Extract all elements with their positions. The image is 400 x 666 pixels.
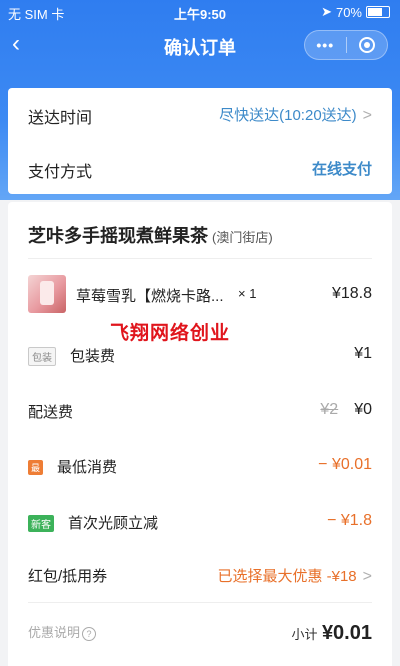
- payment-method-row[interactable]: 支付方式 在线支付: [28, 158, 372, 181]
- status-bar: 无 SIM 卡 上午9:50 ➤ 70%: [0, 0, 400, 24]
- question-icon: ?: [82, 626, 97, 641]
- packaging-value: ¥1: [354, 345, 372, 362]
- more-icon[interactable]: •••: [305, 37, 346, 53]
- chevron-right-icon: >: [362, 568, 372, 585]
- delivery-payment-card: 送达时间 尽快送达(10:20送达) > 支付方式 在线支付: [8, 88, 392, 194]
- status-right: ➤ 70%: [321, 4, 390, 20]
- new-customer-badge: 新客: [28, 515, 54, 533]
- battery-percent: 70%: [335, 4, 362, 20]
- subtotal-label: 小计: [291, 627, 318, 642]
- nav-bar: ‹ 确认订单 •••: [0, 24, 400, 68]
- target-icon: [358, 37, 375, 53]
- packaging-label: 包装费: [70, 348, 116, 365]
- battery-icon: [366, 6, 390, 18]
- item-name: 草莓雪乳【燃烧卡路...: [76, 288, 224, 305]
- first-order-label: 首次光顾立减: [68, 515, 159, 532]
- divider: [28, 258, 372, 259]
- packaging-label-wrap: 包装 包装费: [28, 345, 116, 367]
- payment-method-label: 支付方式: [28, 164, 93, 181]
- product-thumbnail: [28, 275, 66, 313]
- delivery-time-label: 送达时间: [28, 110, 93, 127]
- divider: [28, 602, 372, 603]
- coupon-value: 已选择最大优惠 -¥18: [217, 568, 357, 585]
- item-qty: × 1: [238, 286, 257, 301]
- subtotal-wrap: 小计 ¥0.01: [291, 622, 372, 645]
- delivery-time-value-wrap: 尽快送达(10:20送达) >: [219, 104, 372, 125]
- delivery-fee-values: ¥2 ¥0: [320, 401, 372, 419]
- store-branch: (澳门街店): [212, 230, 273, 245]
- minimum-value: − ¥0.01: [318, 456, 372, 473]
- item-price: ¥18.8: [331, 285, 372, 302]
- delivery-fee-original: ¥2: [320, 401, 339, 418]
- delivery-time-row[interactable]: 送达时间 尽快送达(10:20送达) >: [28, 104, 372, 127]
- delivery-fee-label: 配送费: [28, 404, 74, 421]
- discount-note-button[interactable]: 优惠说明?: [28, 622, 97, 641]
- first-order-label-wrap: 新客 首次光顾立减: [28, 512, 158, 533]
- close-mini-program-button[interactable]: [346, 37, 387, 53]
- payment-method-value: 在线支付: [311, 161, 372, 178]
- coupon-value-wrap: 已选择最大优惠 -¥18 >: [217, 565, 372, 586]
- watermark-text: 飞翔网络创业: [110, 323, 231, 344]
- packaging-badge: 包装: [28, 347, 56, 367]
- chevron-right-icon: >: [362, 107, 372, 124]
- first-order-value: − ¥1.8: [327, 512, 372, 529]
- delivery-fee-value: ¥0: [354, 401, 372, 418]
- minimum-label-wrap: 最最低消费: [28, 456, 117, 477]
- minimum-label: 最低消费: [57, 459, 118, 476]
- delivery-time-value: 尽快送达(10:20送达): [219, 107, 357, 124]
- order-detail-card: 芝咔多手摇现煮鲜果茶 (澳门街店) 草莓雪乳【燃烧卡路... × 1 ¥18.8 …: [8, 202, 392, 666]
- subtotal-value: ¥0.01: [321, 622, 372, 644]
- discount-note-label: 优惠说明: [28, 625, 81, 640]
- store-row: 芝咔多手摇现煮鲜果茶 (澳门街店): [28, 222, 372, 248]
- minimum-badge: 最: [28, 460, 44, 476]
- store-name: 芝咔多手摇现煮鲜果茶: [28, 226, 208, 246]
- coupon-label: 红包/抵用券: [28, 568, 108, 585]
- location-icon: ➤: [321, 4, 332, 19]
- mini-program-capsule: •••: [304, 30, 388, 60]
